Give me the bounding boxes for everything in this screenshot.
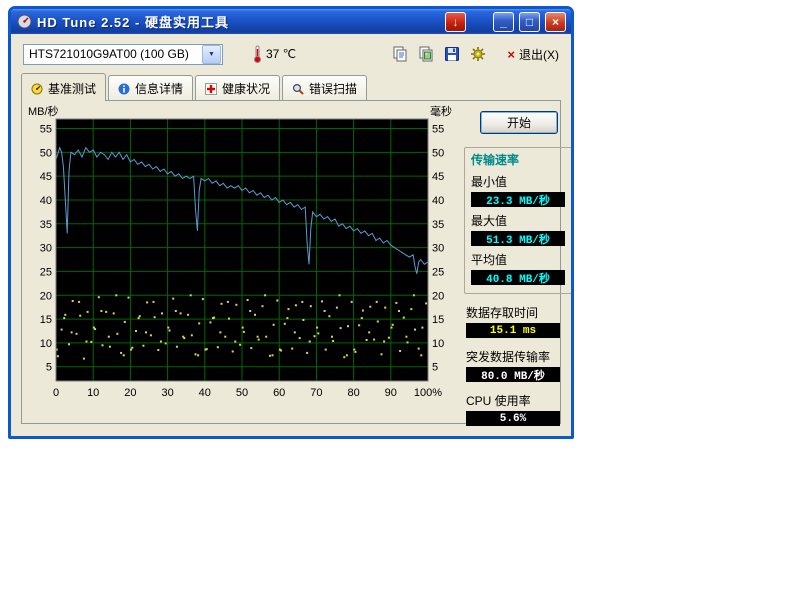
window-title: HD Tune 2.52 - 硬盘实用工具	[37, 12, 440, 31]
svg-text:25: 25	[432, 266, 444, 278]
min-value: 23.3 MB/秒	[471, 192, 565, 207]
svg-text:30: 30	[40, 243, 52, 255]
tab-error-scan[interactable]: 错误扫描	[282, 75, 367, 100]
tab-info[interactable]: 信息详情	[108, 75, 193, 100]
svg-text:10: 10	[432, 338, 444, 350]
copy-icon[interactable]	[389, 43, 411, 65]
svg-text:25: 25	[40, 266, 52, 278]
burst-rate-value: 80.0 MB/秒	[466, 367, 560, 382]
transfer-rate-title: 传输速率	[471, 151, 567, 168]
svg-text:50: 50	[236, 387, 248, 399]
svg-text:5: 5	[46, 362, 52, 374]
access-time-section: 数据存取时间 15.1 ms	[464, 304, 574, 338]
exit-x-icon: ×	[507, 47, 515, 62]
toolbar-icons	[389, 43, 489, 65]
access-time-label: 数据存取时间	[466, 304, 574, 321]
maximize-button[interactable]: □	[519, 12, 540, 32]
svg-text:30: 30	[432, 243, 444, 255]
scan-icon	[292, 83, 304, 95]
svg-text:60: 60	[273, 387, 285, 399]
tab-health[interactable]: 健康状况	[195, 75, 280, 100]
tab-benchmark[interactable]: 基准测试	[21, 73, 106, 101]
svg-text:55: 55	[432, 124, 444, 136]
start-button[interactable]: 开始	[480, 111, 558, 134]
svg-text:MB/秒: MB/秒	[28, 105, 59, 118]
tab-strip: 基准测试 信息详情 健康状况 错误扫描	[11, 72, 571, 100]
health-icon	[205, 83, 217, 95]
burst-rate-section: 突发数据传输率 80.0 MB/秒	[464, 348, 574, 382]
avg-value: 40.8 MB/秒	[471, 270, 565, 285]
cpu-usage-section: CPU 使用率 5.6%	[464, 392, 574, 426]
thermometer-icon	[253, 45, 262, 63]
svg-text:0: 0	[53, 387, 59, 399]
svg-text:50: 50	[432, 147, 444, 159]
svg-text:40: 40	[432, 195, 444, 207]
svg-text:10: 10	[40, 338, 52, 350]
drive-selector-value: HTS721010G9AT00 (100 GB)	[29, 47, 189, 61]
tab-benchmark-label: 基准测试	[48, 80, 96, 97]
svg-text:55: 55	[40, 124, 52, 136]
svg-text:45: 45	[432, 171, 444, 183]
svg-text:30: 30	[161, 387, 173, 399]
svg-text:40: 40	[40, 195, 52, 207]
benchmark-icon	[31, 83, 43, 95]
burst-rate-label: 突发数据传输率	[466, 348, 574, 365]
settings-icon[interactable]	[467, 43, 489, 65]
benchmark-panel: 5510101515202025253030353540404545505055…	[21, 100, 561, 424]
exit-button[interactable]: × 退出(X)	[507, 46, 559, 63]
svg-text:10: 10	[87, 387, 99, 399]
avg-label: 平均值	[471, 251, 567, 268]
tab-health-label: 健康状况	[222, 80, 270, 97]
cpu-usage-label: CPU 使用率	[466, 392, 574, 409]
cpu-usage-value: 5.6%	[466, 411, 560, 426]
max-label: 最大值	[471, 212, 567, 229]
svg-text:50: 50	[40, 147, 52, 159]
hdtune-window: HD Tune 2.52 - 硬盘实用工具 ↓ _ □ × HTS721010G…	[8, 6, 574, 439]
temperature-value: 37 ℃	[266, 47, 296, 61]
info-icon	[118, 83, 130, 95]
svg-text:15: 15	[40, 314, 52, 326]
exit-button-label: 退出(X)	[519, 46, 559, 63]
svg-text:15: 15	[432, 314, 444, 326]
svg-text:20: 20	[432, 290, 444, 302]
transfer-rate-group: 传输速率 最小值 23.3 MB/秒 最大值 51.3 MB/秒 平均值 40.…	[464, 147, 574, 294]
stats-column: 开始 传输速率 最小值 23.3 MB/秒 最大值 51.3 MB/秒 平均值 …	[464, 107, 574, 426]
download-button[interactable]: ↓	[445, 12, 466, 32]
app-icon	[17, 14, 32, 29]
svg-text:70: 70	[310, 387, 322, 399]
drive-selector[interactable]: HTS721010G9AT00 (100 GB) ▼	[23, 44, 223, 65]
svg-text:20: 20	[40, 290, 52, 302]
titlebar: HD Tune 2.52 - 硬盘实用工具 ↓ _ □ ×	[11, 9, 571, 34]
svg-text:5: 5	[432, 362, 438, 374]
toolbar: HTS721010G9AT00 (100 GB) ▼ 37 ℃	[11, 34, 571, 72]
benchmark-chart: 5510101515202025253030353540404545505055…	[26, 105, 462, 405]
svg-text:40: 40	[199, 387, 211, 399]
max-value: 51.3 MB/秒	[471, 231, 565, 246]
svg-text:90: 90	[385, 387, 397, 399]
close-button[interactable]: ×	[545, 12, 566, 32]
svg-text:100%: 100%	[414, 387, 442, 399]
chevron-down-icon[interactable]: ▼	[202, 45, 221, 64]
tab-error-scan-label: 错误扫描	[309, 80, 357, 97]
minimize-button[interactable]: _	[493, 12, 514, 32]
min-label: 最小值	[471, 173, 567, 190]
svg-text:35: 35	[432, 219, 444, 231]
tab-info-label: 信息详情	[135, 80, 183, 97]
svg-text:毫秒: 毫秒	[430, 105, 452, 118]
access-time-value: 15.1 ms	[466, 323, 560, 338]
svg-text:35: 35	[40, 219, 52, 231]
svg-text:80: 80	[347, 387, 359, 399]
save-icon[interactable]	[441, 43, 463, 65]
svg-text:45: 45	[40, 171, 52, 183]
temperature-indicator: 37 ℃	[253, 45, 296, 63]
svg-text:20: 20	[124, 387, 136, 399]
copy-image-icon[interactable]	[415, 43, 437, 65]
